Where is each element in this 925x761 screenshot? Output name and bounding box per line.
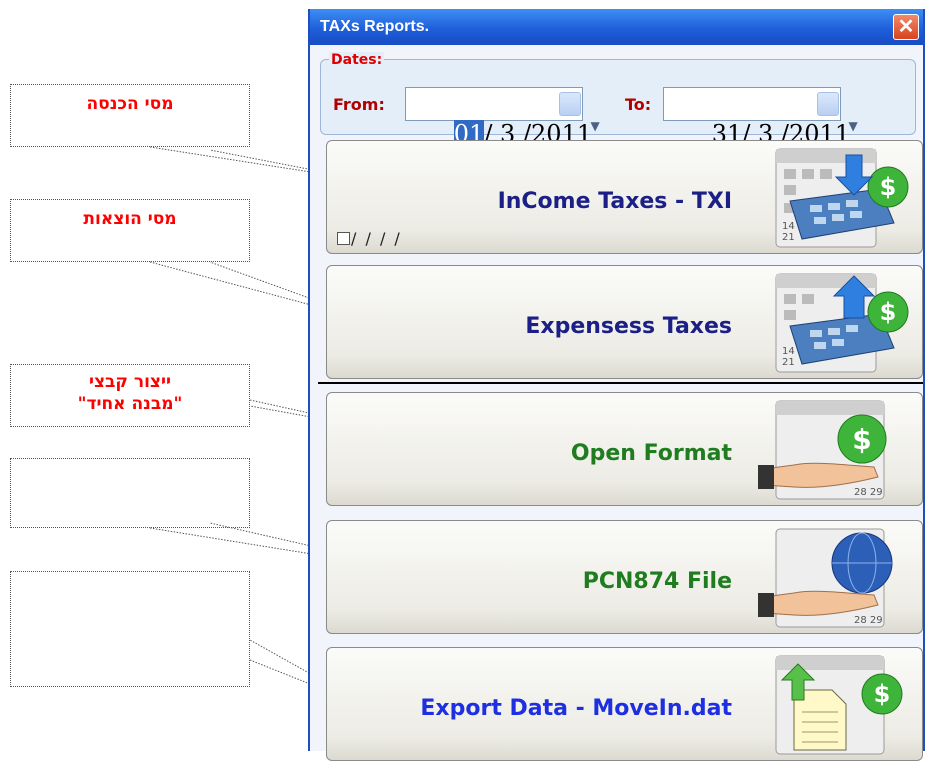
callout-open-format: ייצור קבצי "מבנה אחיד": [10, 364, 250, 427]
dates-group-label: Dates:: [329, 52, 385, 68]
svg-text:$: $: [880, 173, 897, 201]
close-icon: ✕: [897, 16, 915, 38]
calculator-down-arrow-icon: 14 21 $: [775, 148, 909, 248]
svg-text:28 29: 28 29: [854, 615, 883, 626]
svg-text:28 29: 28 29: [854, 487, 883, 498]
income-taxes-button[interactable]: InCome Taxes - TXI / / / / 14 21 $: [326, 140, 923, 254]
dates-group: Dates: From: 01/ 3 /2011 ▼ To: 31/ 3 /20…: [320, 52, 916, 148]
chevron-down-icon: ▼: [590, 119, 600, 133]
tax-reports-window: TAXs Reports. ✕ Dates: From: 01/ 3 /2011…: [308, 9, 925, 761]
title-bar[interactable]: TAXs Reports. ✕: [310, 9, 923, 45]
income-pending-indicator: / / / /: [337, 229, 402, 248]
callout-export: [10, 571, 250, 687]
svg-text:21: 21: [782, 357, 795, 368]
svg-text:21: 21: [782, 232, 795, 243]
export-data-label: Export Data - MoveIn.dat: [420, 696, 732, 721]
callout-expenses-taxes-text: מסי הוצאות: [83, 209, 177, 229]
callout-pcn874: [10, 458, 250, 528]
expenses-taxes-button[interactable]: Expensess Taxes 14 21 $: [326, 265, 923, 379]
export-data-button[interactable]: Export Data - MoveIn.dat $: [326, 647, 923, 761]
svg-text:$: $: [874, 680, 891, 708]
open-format-button[interactable]: Open Format 28 29 $: [326, 392, 923, 506]
svg-text:14: 14: [782, 346, 795, 357]
hand-globe-icon: 28 29: [758, 528, 893, 628]
callout-expenses-taxes: מסי הוצאות: [10, 199, 250, 262]
from-date-dropdown-button[interactable]: ▼: [559, 92, 600, 133]
document-export-icon: $: [775, 655, 903, 755]
hand-coin-icon: 28 29 $: [758, 400, 887, 500]
chevron-down-icon: ▼: [848, 119, 858, 133]
pcn874-file-label: PCN874 File: [582, 569, 732, 594]
close-button[interactable]: ✕: [893, 14, 919, 40]
callout-open-format-line2: "מבנה אחיד": [77, 394, 183, 414]
to-label: To:: [625, 95, 652, 114]
expenses-taxes-label: Expensess Taxes: [525, 314, 732, 339]
income-pending-text: / / / /: [351, 229, 402, 248]
income-checkbox[interactable]: [337, 232, 350, 245]
from-date-picker[interactable]: 01/ 3 /2011 ▼: [405, 87, 600, 148]
svg-text:14: 14: [782, 221, 795, 232]
svg-text:$: $: [852, 423, 871, 456]
to-date-picker[interactable]: 31/ 3 /2011 ▼: [663, 87, 858, 148]
svg-text:$: $: [880, 298, 897, 326]
income-taxes-label: InCome Taxes - TXI: [497, 189, 732, 214]
callout-income-taxes-text: מסי הכנסה: [86, 94, 174, 114]
section-divider: [318, 382, 923, 384]
to-date-dropdown-button[interactable]: ▼: [817, 92, 858, 133]
open-format-label: Open Format: [570, 441, 732, 466]
callout-income-taxes: מסי הכנסה: [10, 84, 250, 147]
from-label: From:: [333, 95, 385, 114]
pcn874-file-button[interactable]: PCN874 File 28 29: [326, 520, 923, 634]
calculator-up-arrow-icon: 14 21 $: [775, 273, 909, 373]
callout-open-format-line1: ייצור קבצי: [88, 372, 172, 392]
window-title: TAXs Reports.: [320, 18, 430, 35]
